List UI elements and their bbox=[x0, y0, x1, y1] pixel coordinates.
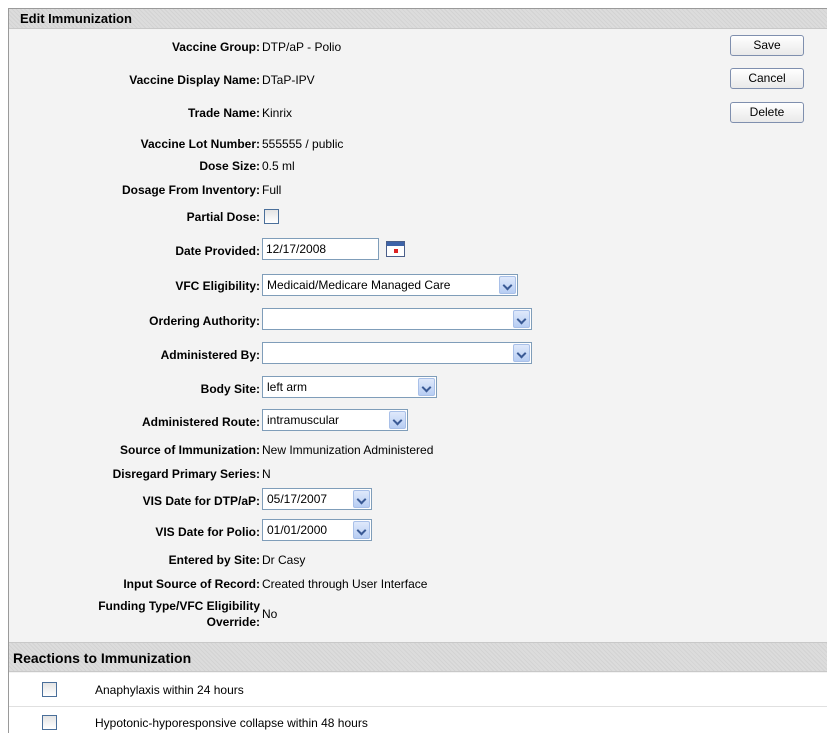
administered-route-label: Administered Route: bbox=[141, 415, 260, 429]
vis-date-polio-selected: 01/01/2000 bbox=[267, 523, 328, 537]
calendar-icon[interactable] bbox=[386, 241, 405, 257]
cancel-button[interactable]: Cancel bbox=[730, 68, 804, 89]
vaccine-group-value: DTP/aP - Polio bbox=[262, 40, 342, 54]
date-provided-label: Date Provided: bbox=[175, 244, 260, 258]
dosage-from-inventory-label: Dosage From Inventory: bbox=[121, 183, 260, 197]
source-of-immunization-label: Source of Immunization: bbox=[119, 443, 260, 457]
administered-route-selected: intramuscular bbox=[267, 413, 340, 427]
dose-size-value: 0.5 ml bbox=[262, 159, 295, 173]
section-header-reactions: Reactions to Immunization bbox=[9, 642, 827, 672]
reaction-checkbox-hypotonic[interactable] bbox=[42, 715, 57, 730]
trade-name-label: Trade Name: bbox=[187, 106, 260, 120]
section-header-edit-immunization: Edit Immunization bbox=[9, 9, 827, 29]
reaction-label-hypotonic: Hypotonic-hyporesponsive collapse within… bbox=[95, 716, 368, 730]
ordering-authority-select[interactable] bbox=[262, 308, 532, 330]
input-source-label: Input Source of Record: bbox=[123, 577, 260, 591]
body-site-selected: left arm bbox=[267, 380, 308, 394]
reaction-row: Anaphylaxis within 24 hours bbox=[9, 673, 827, 707]
vis-date-dtp-label: VIS Date for DTP/aP: bbox=[142, 494, 260, 508]
administered-by-select[interactable] bbox=[262, 342, 532, 364]
vfc-eligibility-selected: Medicaid/Medicare Managed Care bbox=[267, 278, 451, 292]
reaction-checkbox-anaphylaxis[interactable] bbox=[42, 682, 57, 697]
input-source-value: Created through User Interface bbox=[262, 577, 428, 591]
reaction-row: Hypotonic-hyporesponsive collapse within… bbox=[9, 707, 827, 740]
chevron-down-icon[interactable] bbox=[389, 411, 406, 429]
chevron-down-icon[interactable] bbox=[418, 378, 435, 396]
vaccine-display-name-value: DTaP-IPV bbox=[262, 73, 315, 87]
vis-date-dtp-select[interactable]: 05/17/2007 bbox=[262, 488, 372, 510]
source-of-immunization-value: New Immunization Administered bbox=[262, 443, 434, 457]
entered-by-site-value: Dr Casy bbox=[262, 553, 306, 567]
chevron-down-icon[interactable] bbox=[353, 490, 370, 508]
entered-by-site-label: Entered by Site: bbox=[168, 553, 260, 567]
date-provided-input[interactable]: 12/17/2008 bbox=[262, 238, 379, 260]
vfc-eligibility-select[interactable]: Medicaid/Medicare Managed Care bbox=[262, 274, 518, 296]
vfc-eligibility-label: VFC Eligibility: bbox=[175, 279, 260, 293]
partial-dose-checkbox[interactable] bbox=[264, 209, 279, 224]
administered-route-select[interactable]: intramuscular bbox=[262, 409, 408, 431]
reaction-label-anaphylaxis: Anaphylaxis within 24 hours bbox=[95, 683, 244, 697]
disregard-primary-series-value: N bbox=[262, 467, 271, 481]
delete-button[interactable]: Delete bbox=[730, 102, 804, 123]
body-site-select[interactable]: left arm bbox=[262, 376, 437, 398]
chevron-down-icon[interactable] bbox=[513, 344, 530, 362]
funding-override-label-line2: Override: bbox=[206, 615, 260, 629]
vis-date-polio-label: VIS Date for Polio: bbox=[155, 525, 260, 539]
administered-by-label: Administered By: bbox=[160, 348, 260, 362]
edit-immunization-panel: Edit Immunization Save Cancel Delete Vac… bbox=[8, 8, 827, 740]
body-site-label: Body Site: bbox=[200, 382, 260, 396]
ordering-authority-label: Ordering Authority: bbox=[149, 314, 260, 328]
vis-date-dtp-selected: 05/17/2007 bbox=[267, 492, 328, 506]
vaccine-lot-number-value: 555555 / public bbox=[262, 137, 344, 151]
funding-override-label-line1: Funding Type/VFC Eligibility bbox=[98, 599, 260, 613]
vaccine-display-name-label: Vaccine Display Name: bbox=[129, 73, 260, 87]
chevron-down-icon[interactable] bbox=[353, 521, 370, 539]
disregard-primary-series-label: Disregard Primary Series: bbox=[112, 467, 260, 481]
dosage-from-inventory-value: Full bbox=[262, 183, 282, 197]
dose-size-label: Dose Size: bbox=[199, 159, 260, 173]
chevron-down-icon[interactable] bbox=[499, 276, 516, 294]
chevron-down-icon[interactable] bbox=[513, 310, 530, 328]
vaccine-group-label: Vaccine Group: bbox=[171, 40, 260, 54]
partial-dose-label: Partial Dose: bbox=[186, 210, 260, 224]
vis-date-polio-select[interactable]: 01/01/2000 bbox=[262, 519, 372, 541]
funding-override-value: No bbox=[262, 607, 278, 621]
save-button[interactable]: Save bbox=[730, 35, 804, 56]
trade-name-value: Kinrix bbox=[262, 106, 293, 120]
vaccine-lot-number-label: Vaccine Lot Number: bbox=[140, 137, 260, 151]
